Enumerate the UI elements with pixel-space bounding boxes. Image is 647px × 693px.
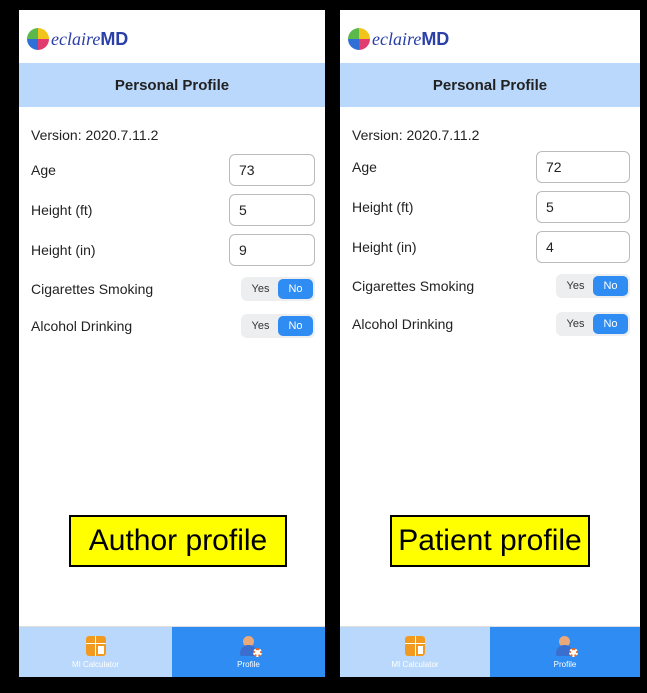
- author-phone-screen: eclaireMD Personal Profile Version: 2020…: [19, 10, 325, 677]
- tab-profile[interactable]: Profile: [490, 627, 640, 677]
- tab-profile-label: Profile: [553, 659, 577, 669]
- drinking-row: Alcohol Drinking Yes No: [352, 310, 630, 338]
- tab-mi-calculator-label: MI Calculator: [71, 659, 120, 669]
- logo-script-text: eclaire: [51, 28, 101, 49]
- smoking-yes-option[interactable]: Yes: [243, 279, 278, 299]
- tab-bar: MI Calculator Profile: [340, 626, 640, 677]
- age-label: Age: [352, 159, 377, 175]
- version-text: Version: 2020.7.11.2: [31, 127, 159, 143]
- height-in-row: Height (in) 9: [31, 232, 315, 268]
- author-profile-caption: Author profile: [69, 515, 287, 567]
- drinking-yes-option[interactable]: Yes: [243, 316, 278, 336]
- drinking-no-option[interactable]: No: [593, 314, 628, 334]
- page-title: Personal Profile: [340, 63, 640, 107]
- age-field[interactable]: 72: [536, 151, 630, 183]
- logo-icon: [348, 28, 370, 50]
- drinking-row: Alcohol Drinking Yes No: [31, 312, 315, 340]
- calculator-icon: [85, 635, 106, 656]
- smoking-row: Cigarettes Smoking Yes No: [352, 272, 630, 300]
- age-row: Age 73: [31, 152, 315, 188]
- tab-mi-calculator-label: MI Calculator: [391, 659, 439, 669]
- height-ft-field[interactable]: 5: [229, 194, 315, 226]
- smoking-label: Cigarettes Smoking: [31, 281, 154, 297]
- calculator-icon: [405, 635, 425, 656]
- height-in-field[interactable]: 9: [229, 234, 315, 266]
- tab-bar: MI Calculator Profile: [19, 626, 325, 677]
- height-in-field[interactable]: 4: [536, 231, 630, 263]
- tab-mi-calculator[interactable]: MI Calculator: [340, 627, 490, 677]
- drinking-yes-option[interactable]: Yes: [558, 314, 593, 334]
- tab-profile-label: Profile: [237, 659, 260, 669]
- smoking-toggle[interactable]: Yes No: [241, 277, 315, 301]
- age-row: Age 72: [352, 149, 630, 185]
- app-logo: eclaireMD: [348, 24, 449, 54]
- drinking-label: Alcohol Drinking: [352, 316, 454, 332]
- smoking-toggle[interactable]: Yes No: [556, 274, 630, 298]
- page-title: Personal Profile: [19, 63, 325, 107]
- patient-phone-screen: eclaireMD Personal Profile Version: 2020…: [340, 10, 640, 677]
- height-ft-field[interactable]: 5: [536, 191, 630, 223]
- height-in-label: Height (in): [352, 239, 417, 255]
- smoking-no-option[interactable]: No: [593, 276, 628, 296]
- height-in-label: Height (in): [31, 242, 96, 258]
- drinking-label: Alcohol Drinking: [31, 318, 133, 334]
- smoking-row: Cigarettes Smoking Yes No: [31, 275, 315, 303]
- drinking-toggle[interactable]: Yes No: [241, 314, 315, 338]
- drinking-no-option[interactable]: No: [278, 316, 313, 336]
- smoking-label: Cigarettes Smoking: [352, 278, 475, 294]
- app-logo: eclaireMD: [27, 24, 128, 54]
- height-in-row: Height (in) 4: [352, 229, 630, 265]
- smoking-yes-option[interactable]: Yes: [558, 276, 593, 296]
- tab-profile[interactable]: Profile: [172, 627, 325, 677]
- version-text: Version: 2020.7.11.2: [352, 127, 480, 143]
- logo-md-text: MD: [100, 28, 129, 49]
- height-ft-label: Height (ft): [31, 202, 93, 218]
- logo-md-text: MD: [421, 28, 450, 49]
- smoking-no-option[interactable]: No: [278, 279, 313, 299]
- age-field[interactable]: 73: [229, 154, 315, 186]
- drinking-toggle[interactable]: Yes No: [556, 312, 630, 336]
- profile-icon: [555, 635, 578, 657]
- profile-icon: [239, 635, 262, 657]
- logo-script-text: eclaire: [372, 28, 422, 49]
- patient-profile-caption: Patient profile: [390, 515, 590, 567]
- height-ft-row: Height (ft) 5: [352, 189, 630, 225]
- logo-icon: [27, 28, 49, 50]
- age-label: Age: [31, 162, 56, 178]
- tab-mi-calculator[interactable]: MI Calculator: [19, 627, 172, 677]
- height-ft-label: Height (ft): [352, 199, 414, 215]
- height-ft-row: Height (ft) 5: [31, 192, 315, 228]
